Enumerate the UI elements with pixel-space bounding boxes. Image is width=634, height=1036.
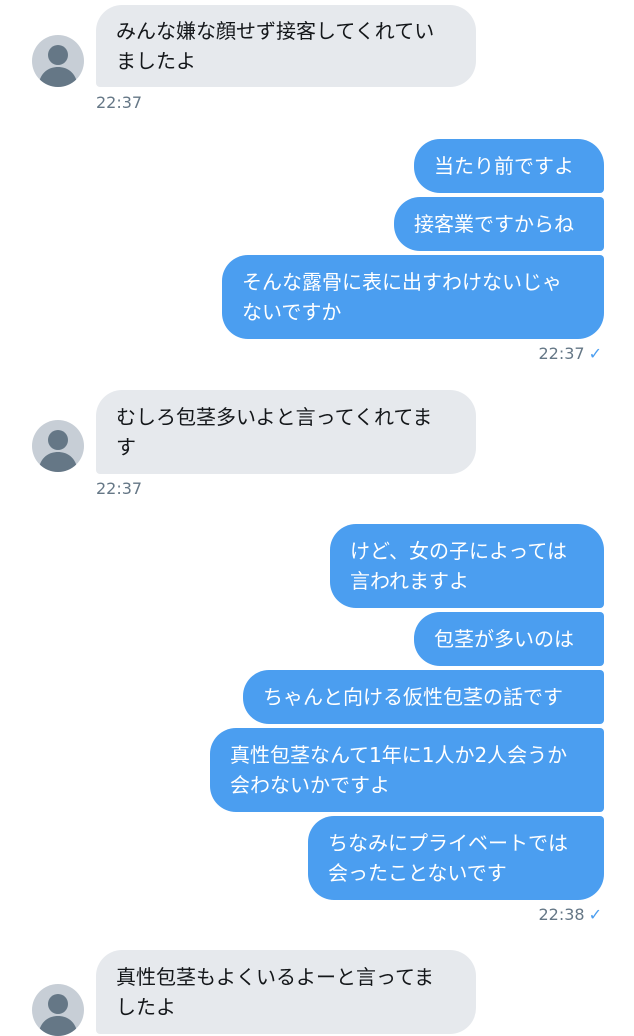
outgoing-message[interactable]: ちゃんと向ける仮性包茎の話です <box>243 670 604 724</box>
default-user-icon <box>38 994 78 1036</box>
message-timestamp: 22:37 <box>96 479 142 499</box>
outgoing-message[interactable]: そんな露骨に表に出すわけないじゃ ないですか <box>222 255 604 339</box>
timestamp-text: 22:37 <box>96 479 143 498</box>
incoming-message[interactable]: みんな嫌な顔せず接客してくれてい ましたよ <box>96 5 476 87</box>
sender-avatar[interactable] <box>32 420 84 472</box>
outgoing-message[interactable]: 包茎が多いのは <box>414 612 604 666</box>
default-user-icon <box>38 430 78 472</box>
timestamp-text: 22:38 <box>538 905 585 924</box>
timestamp-text: 22:37 <box>96 93 143 112</box>
check-icon: ✓ <box>588 905 602 924</box>
outgoing-message[interactable]: 当たり前ですよ <box>414 139 604 193</box>
outgoing-message[interactable]: けど、女の子によっては 言われますよ <box>330 524 604 608</box>
sender-avatar[interactable] <box>32 35 84 87</box>
default-user-icon <box>38 45 78 87</box>
incoming-message[interactable]: むしろ包茎多いよと言ってくれてま す <box>96 390 476 474</box>
outgoing-message[interactable]: 真性包茎なんて1年に1人か2人会うか 会わないかですよ <box>210 728 604 812</box>
outgoing-message[interactable]: 接客業ですからね <box>394 197 604 251</box>
message-timestamp: 22:38 ✓ <box>538 905 602 925</box>
message-timestamp: 22:37 ✓ <box>538 344 602 364</box>
check-icon: ✓ <box>588 344 602 363</box>
timestamp-text: 22:37 <box>538 344 585 363</box>
incoming-message[interactable]: 真性包茎もよくいるよーと言ってま したよ <box>96 950 476 1034</box>
outgoing-message[interactable]: ちなみにプライベートでは 会ったことないです <box>308 816 604 900</box>
sender-avatar[interactable] <box>32 984 84 1036</box>
message-timestamp: 22:37 <box>96 93 142 113</box>
